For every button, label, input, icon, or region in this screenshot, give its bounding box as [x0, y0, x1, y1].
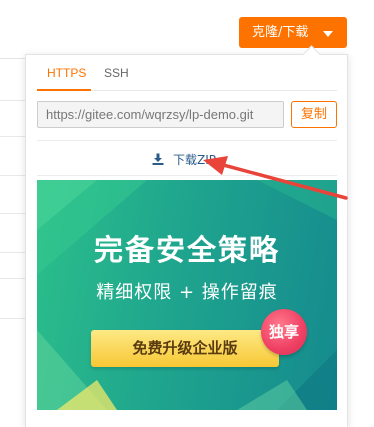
promo-banner[interactable]: 完备安全策略 精细权限 + 操作留痕 免费升级企业版 独享 — [37, 180, 337, 410]
caret-down-icon — [323, 31, 333, 37]
download-zip-label: 下载ZIP — [173, 152, 216, 167]
clone-url-input[interactable] — [37, 101, 284, 128]
background-row-line — [0, 318, 28, 319]
download-zip-link[interactable]: 下载ZIP — [152, 150, 216, 168]
copy-button[interactable]: 复制 — [291, 101, 337, 128]
background-row-line — [0, 278, 28, 279]
exclusive-badge: 独享 — [261, 309, 307, 355]
active-tab-indicator — [37, 89, 91, 91]
banner-title: 完备安全策略 — [93, 233, 280, 267]
upgrade-enterprise-button[interactable]: 免费升级企业版 — [91, 330, 279, 367]
background-row-line — [0, 175, 28, 176]
tab-https[interactable]: HTTPS — [47, 66, 86, 80]
divider — [37, 175, 337, 176]
download-icon — [152, 153, 164, 165]
tab-ssh[interactable]: SSH — [104, 66, 129, 80]
background-row-line — [0, 213, 28, 214]
background-row-line — [0, 136, 28, 137]
clone-download-button[interactable]: 克隆/下载 — [239, 17, 347, 48]
banner-subtitle: 精细权限 + 操作留痕 — [96, 282, 278, 303]
background-row-line — [0, 100, 28, 101]
background-row-line — [0, 252, 28, 253]
divider — [37, 140, 337, 141]
clone-download-label: 克隆/下载 — [252, 25, 309, 40]
